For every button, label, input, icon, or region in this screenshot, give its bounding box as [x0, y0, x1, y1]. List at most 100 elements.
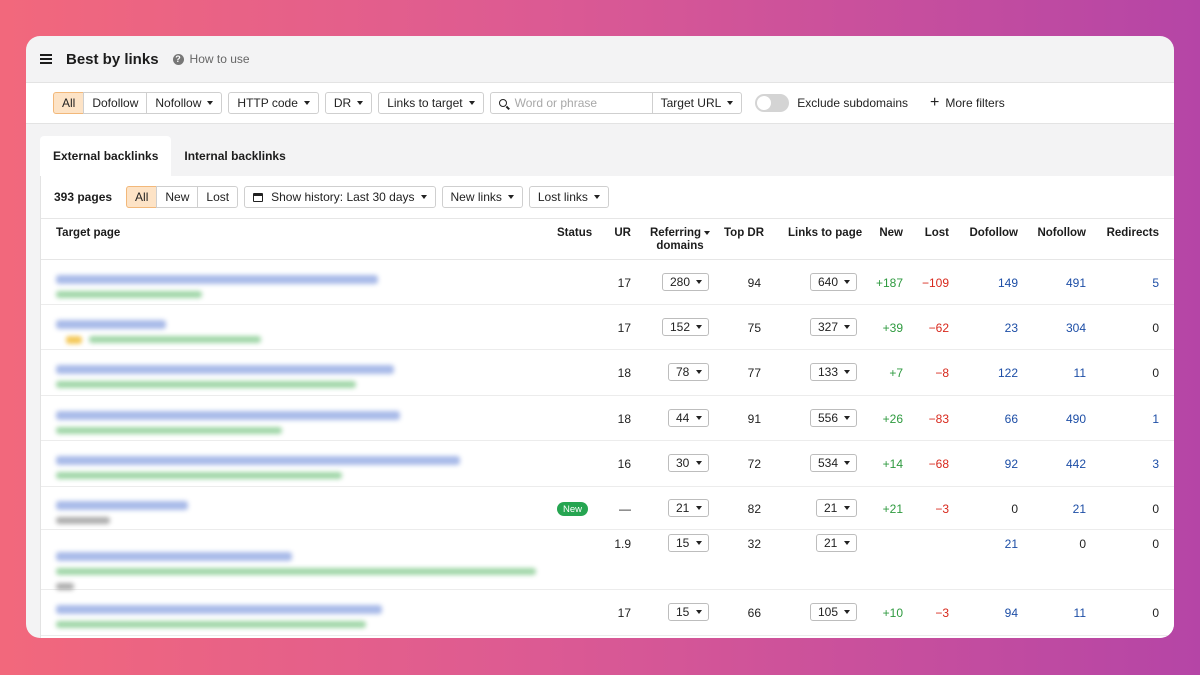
referring-domains-dropdown-value: 21 — [676, 501, 690, 515]
nofollow-value[interactable]: 442 — [1031, 457, 1086, 471]
col-links-to-page[interactable]: Links to page — [788, 227, 862, 240]
target-page-link[interactable] — [56, 456, 460, 465]
target-page-url[interactable] — [56, 568, 536, 575]
tab-internal-backlinks[interactable]: Internal backlinks — [171, 136, 298, 176]
referring-domains-dropdown[interactable]: 78 — [668, 363, 709, 381]
dofollow-value: 0 — [1011, 502, 1018, 516]
redirects-value[interactable]: 5 — [1101, 276, 1159, 290]
filter-nofollow-dropdown[interactable]: Nofollow — [146, 92, 223, 114]
links-to-target-dropdown[interactable]: Links to target — [378, 92, 484, 114]
new-links-dropdown[interactable]: New links — [441, 186, 523, 208]
col-nofollow[interactable]: Nofollow — [1031, 227, 1086, 240]
col-ur[interactable]: UR — [601, 227, 631, 240]
col-target-page[interactable]: Target page — [56, 227, 120, 240]
table-row[interactable]: 17 152 75 327 +39 −62 23 304 0 — [41, 305, 1174, 350]
nofollow-value[interactable]: 304 — [1031, 321, 1086, 335]
target-page-link[interactable] — [56, 320, 166, 329]
col-redirects[interactable]: Redirects — [1101, 227, 1159, 240]
links-to-page-dropdown[interactable]: 534 — [810, 454, 857, 472]
col-lost[interactable]: Lost — [911, 227, 949, 240]
caret-down-icon — [207, 101, 214, 105]
referring-domains-dropdown-value: 152 — [670, 320, 691, 334]
links-to-page-dropdown[interactable]: 133 — [810, 363, 857, 381]
redirects-value[interactable]: 1 — [1101, 412, 1159, 426]
referring-domains-dropdown[interactable]: 152 — [662, 318, 709, 336]
lost-links-dropdown[interactable]: Lost links — [528, 186, 609, 208]
referring-domains-dropdown[interactable]: 21 — [668, 499, 709, 517]
target-page-link[interactable] — [56, 605, 382, 614]
table-row[interactable]: 18 78 77 133 +7 −8 122 11 0 — [41, 350, 1174, 396]
target-page-link[interactable] — [56, 411, 400, 420]
table-row[interactable]: 16 30 72 534 +14 −68 92 442 3 — [41, 441, 1174, 487]
nofollow-value[interactable]: 11 — [1031, 366, 1086, 380]
more-filters-button[interactable]: More filters — [945, 96, 1004, 110]
dofollow-value[interactable]: 94 — [961, 606, 1018, 620]
dofollow-value[interactable]: 66 — [961, 412, 1018, 426]
filter-all-button[interactable]: All — [53, 92, 85, 114]
target-page-url[interactable] — [56, 472, 342, 479]
target-page-url[interactable] — [89, 336, 261, 343]
links-to-page-dropdown[interactable]: 327 — [810, 318, 857, 336]
nofollow-value[interactable]: 11 — [1031, 606, 1086, 620]
col-dofollow[interactable]: Dofollow — [961, 227, 1018, 240]
referring-domains-dropdown[interactable]: 15 — [668, 603, 709, 621]
target-page-link[interactable] — [56, 365, 394, 374]
links-to-page-dropdown[interactable]: 21 — [816, 534, 857, 552]
col-new[interactable]: New — [861, 227, 903, 240]
tab-external-backlinks[interactable]: External backlinks — [40, 136, 172, 176]
dofollow-value[interactable]: 122 — [961, 366, 1018, 380]
col-referring-domains[interactable]: Referring domains — [645, 227, 715, 253]
history-dropdown[interactable]: Show history: Last 30 days — [244, 186, 436, 208]
dofollow-value[interactable]: 149 — [961, 276, 1018, 290]
dr-dropdown[interactable]: DR — [324, 92, 373, 114]
status-lost-button[interactable]: Lost — [197, 186, 239, 208]
target-url-dropdown[interactable]: Target URL — [651, 92, 743, 114]
status-all-button[interactable]: All — [126, 186, 158, 208]
table-row[interactable]: 18 44 91 556 +26 −83 66 490 1 — [41, 396, 1174, 441]
redirects-value[interactable]: 3 — [1101, 457, 1159, 471]
new-links-label: New links — [450, 190, 502, 204]
dr-label: DR — [333, 96, 352, 110]
table-row[interactable]: 1.9 15 32 21 21 0 0 — [41, 530, 1174, 590]
links-to-page-dropdown[interactable]: 21 — [816, 499, 857, 517]
caret-down-icon — [303, 101, 310, 105]
table-row[interactable]: 17 15 66 105 +10 −3 94 11 0 — [41, 590, 1174, 636]
exclude-subdomains-toggle[interactable] — [755, 94, 790, 112]
col-status[interactable]: Status — [557, 227, 592, 240]
target-page-url[interactable] — [56, 621, 366, 628]
nofollow-value[interactable]: 21 — [1031, 502, 1086, 516]
nofollow-value[interactable]: 490 — [1031, 412, 1086, 426]
dofollow-value[interactable]: 92 — [961, 457, 1018, 471]
table-row[interactable]: 17 280 94 640 +187 −109 149 491 5 — [41, 260, 1174, 305]
target-page-url[interactable] — [56, 381, 356, 388]
referring-domains-dropdown[interactable]: 30 — [668, 454, 709, 472]
referring-domains-dropdown[interactable]: 44 — [668, 409, 709, 427]
dofollow-value[interactable]: 23 — [961, 321, 1018, 335]
target-page-link[interactable] — [56, 552, 292, 561]
search-input[interactable]: Word or phrase — [489, 92, 653, 114]
referring-domains-dropdown[interactable]: 15 — [668, 534, 709, 552]
lost-links-label: Lost links — [537, 190, 588, 204]
target-page-link[interactable] — [56, 501, 188, 510]
ur-value: 1.9 — [614, 537, 631, 551]
links-to-page-dropdown[interactable]: 640 — [810, 273, 857, 291]
filter-bar: All Dofollow Nofollow HTTP code DR Links… — [26, 82, 1174, 124]
plus-icon[interactable]: + — [930, 94, 939, 112]
status-new-button[interactable]: New — [156, 186, 199, 208]
menu-icon[interactable] — [40, 54, 52, 64]
referring-domains-dropdown[interactable]: 280 — [662, 273, 709, 291]
target-page-url[interactable] — [56, 291, 202, 298]
how-to-use-link[interactable]: ? How to use — [172, 52, 250, 66]
links-to-page-dropdown[interactable]: 105 — [810, 603, 857, 621]
dofollow-value[interactable]: 21 — [961, 537, 1018, 551]
nofollow-value[interactable]: 491 — [1031, 276, 1086, 290]
target-page-link[interactable] — [56, 275, 378, 284]
col-top-dr[interactable]: Top DR — [724, 227, 764, 240]
http-code-dropdown[interactable]: HTTP code — [228, 92, 319, 114]
filter-dofollow-button[interactable]: Dofollow — [83, 92, 148, 114]
new-links-value: +187 — [875, 276, 903, 290]
table-row[interactable]: New — 21 82 21 +21 −3 0 21 0 — [41, 487, 1174, 530]
sort-caret-icon — [704, 230, 711, 235]
links-to-page-dropdown[interactable]: 556 — [810, 409, 857, 427]
target-page-url[interactable] — [56, 427, 282, 434]
